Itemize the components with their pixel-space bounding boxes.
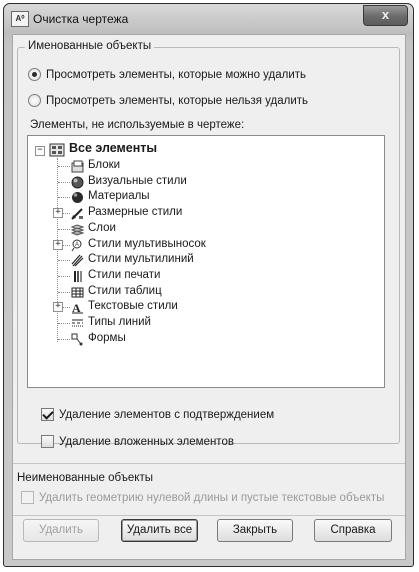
layers-icon <box>71 224 84 236</box>
purge-button[interactable]: Удалить <box>23 519 99 542</box>
tree-item-label[interactable]: Визуальные стили <box>88 175 187 187</box>
tree-item-label[interactable]: Материалы <box>88 190 150 202</box>
dimension-style-icon <box>71 208 83 220</box>
named-objects-legend: Именованные объекты <box>25 40 155 52</box>
purge-nested-checkbox[interactable] <box>41 435 54 448</box>
plot-style-icon <box>74 271 82 282</box>
expand-toggle[interactable]: + <box>53 302 63 312</box>
section-divider <box>13 463 405 464</box>
confirm-purge-checkbox[interactable] <box>41 408 54 421</box>
tree-connector <box>58 166 70 167</box>
all-items-root-icon <box>49 143 65 157</box>
radio-label-nonpurgeable: Просмотреть элементы, которые нельзя уда… <box>46 94 309 107</box>
tree-connector <box>58 229 70 230</box>
tree-connector <box>58 260 70 261</box>
title-bar[interactable]: A⁰ Очистка чертежа x <box>4 4 413 34</box>
tree-connector <box>57 158 58 342</box>
tree-item-label[interactable]: Слои <box>88 222 116 234</box>
close-window-button[interactable]: x <box>363 5 408 26</box>
close-button[interactable]: Закрыть <box>217 519 293 542</box>
tree-item-label[interactable]: Типы линий <box>88 316 151 328</box>
tree-item-label[interactable]: Стили печати <box>88 269 160 281</box>
text-style-icon: A <box>72 301 83 314</box>
expand-toggle[interactable]: + <box>53 208 63 218</box>
tree-item-label[interactable]: Блоки <box>88 159 120 171</box>
tree-caption: Элементы, не используемые в чертеже: <box>30 119 245 131</box>
purge-all-button[interactable]: Удалить все <box>121 519 198 542</box>
radio-view-nonpurgeable[interactable]: Просмотреть элементы, которые нельзя уда… <box>28 94 308 107</box>
unnamed-objects-legend: Неименованные объекты <box>17 472 153 484</box>
expand-toggle[interactable]: + <box>53 240 63 250</box>
tree-item-label[interactable]: Размерные стили <box>88 206 182 218</box>
zero-length-option[interactable]: Удалить геометрию нулевой длины и пустые… <box>21 491 384 504</box>
tree-connector <box>58 197 70 198</box>
help-button[interactable]: Справка <box>314 519 392 542</box>
multiline-style-icon <box>71 254 84 267</box>
radio-view-purgeable[interactable]: Просмотреть элементы, которые можно удал… <box>28 68 306 81</box>
tree-item-label[interactable]: Текстовые стили <box>88 300 178 312</box>
radio-label-purgeable: Просмотреть элементы, которые можно удал… <box>46 68 307 81</box>
purge-nested-option[interactable]: Удаление вложенных элементов <box>41 435 234 448</box>
tree-item-label[interactable]: Формы <box>88 332 126 344</box>
tree-connector <box>58 323 70 324</box>
svg-text:A: A <box>75 242 79 248</box>
confirm-purge-label: Удаление элементов с подтверждением <box>59 408 275 421</box>
tree-connector <box>58 339 70 340</box>
purge-dialog: A⁰ Очистка чертежа x Именованные объекты… <box>3 3 414 567</box>
dialog-title: Очистка чертежа <box>33 12 129 26</box>
tree-item-label[interactable]: Стили мультилиний <box>88 253 194 265</box>
zero-length-label: Удалить геометрию нулевой длины и пустые… <box>39 491 385 504</box>
radio-button-nonpurgeable[interactable] <box>28 94 41 107</box>
tree-item-label[interactable]: Стили мультивыносок <box>88 238 206 250</box>
visual-style-sphere-icon <box>71 176 84 189</box>
linetype-icon <box>72 319 83 327</box>
tree-root-label[interactable]: Все элементы <box>69 141 157 155</box>
unused-items-tree[interactable]: − Все элементы Блоки Визуальные стили Мате… <box>27 135 385 388</box>
confirm-purge-option[interactable]: Удаление элементов с подтверждением <box>41 408 274 421</box>
tree-connector <box>58 292 70 293</box>
material-sphere-icon <box>72 192 83 203</box>
multileader-style-icon: A <box>71 239 82 252</box>
svg-text:A: A <box>72 301 81 314</box>
tree-connector <box>58 276 70 277</box>
radio-button-purgeable[interactable] <box>28 68 41 81</box>
shapes-icon <box>71 333 83 346</box>
dialog-client-area: Именованные объекты Просмотреть элементы… <box>12 34 406 560</box>
table-style-icon <box>71 287 84 298</box>
autocad-app-icon: A⁰ <box>11 11 29 27</box>
purge-nested-label: Удаление вложенных элементов <box>59 435 234 448</box>
root-collapse-toggle[interactable]: − <box>35 146 45 156</box>
blocks-icon <box>71 160 84 173</box>
buttons-divider <box>13 515 405 516</box>
tree-connector <box>58 182 70 183</box>
zero-length-checkbox[interactable] <box>21 491 34 504</box>
tree-item-label[interactable]: Стили таблиц <box>88 285 162 297</box>
